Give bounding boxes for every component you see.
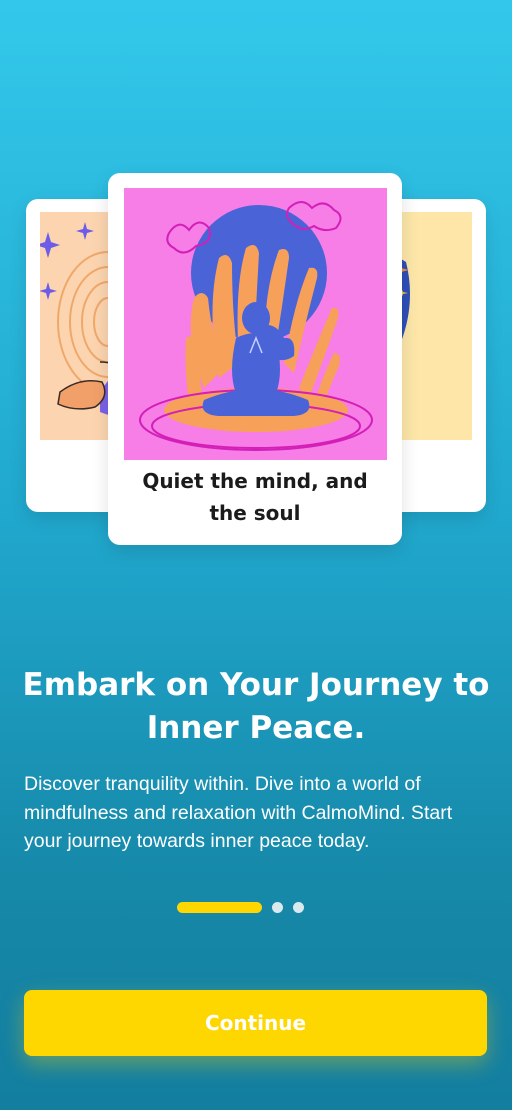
continue-button[interactable]: Continue [24,990,487,1056]
meditation-woman-illustration [124,188,387,460]
illustration-carousel[interactable]: Quiet the mind, and the soul [0,0,512,560]
page-dot-3[interactable] [293,902,304,913]
card-caption: Quiet the mind, and the soul [142,469,368,525]
page-dot-2[interactable] [272,902,283,913]
onboarding-title: Embark on Your Journey to Inner Peace. [22,667,490,746]
page-dot-active[interactable] [177,902,262,913]
onboarding-description: Discover tranquility within. Dive into a… [24,773,453,852]
carousel-card-center[interactable]: Quiet the mind, and the soul [108,173,402,545]
